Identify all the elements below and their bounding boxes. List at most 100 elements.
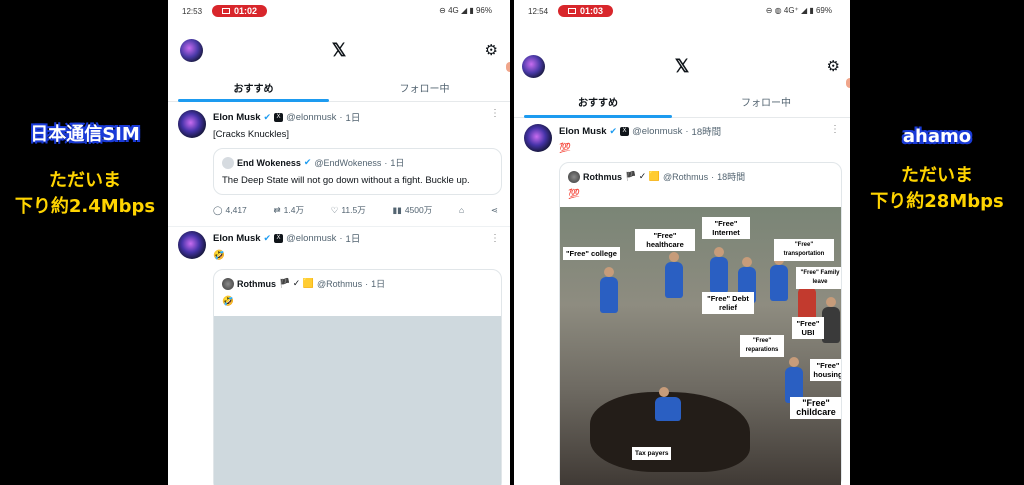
bookmark-button[interactable]: ⌂ — [459, 204, 464, 216]
quoted-tweet[interactable]: End Wokeness ✔ @EndWokeness · 1日 The Dee… — [213, 148, 502, 195]
author-handle[interactable]: @elonmusk — [632, 126, 682, 137]
quoted-time: 18時間 — [717, 172, 746, 182]
avatar — [222, 156, 234, 169]
quoted-text: 💯 — [568, 189, 580, 200]
media-placeholder[interactable] — [214, 316, 501, 485]
screen-record-indicator[interactable]: 01:02 — [212, 5, 268, 17]
avatar — [222, 277, 234, 290]
tweet-text: [Cracks Knuckles] — [213, 129, 290, 140]
status-icons: ⊖ 4G ◢ ▮ 96% — [439, 6, 492, 15]
quoted-author-flags: 🏴 ✓ 🟨 — [279, 278, 314, 288]
edge-handle — [506, 62, 510, 72]
author-handle[interactable]: @elonmusk — [286, 233, 336, 244]
quoted-text: The Deep State will not go down without … — [222, 175, 470, 186]
meme-worker — [655, 387, 681, 421]
tab-following[interactable]: フォロー中 — [339, 72, 510, 101]
tweet-text: 🤣 — [213, 250, 225, 261]
x-logo-icon[interactable]: 𝕏 — [332, 40, 347, 61]
caption-left: 日本通信SIM ただいま 下り約2.4Mbps — [2, 120, 168, 220]
meme-label-reparations: "Free" reparations — [740, 335, 784, 357]
quoted-tweet[interactable]: Rothmus 🏴 ✓ 🟨 @Rothmus · 1日 🤣 — [213, 269, 502, 485]
avatar[interactable] — [178, 110, 206, 138]
verified-icon: ✔ — [609, 125, 618, 136]
reply-icon: ◯ — [213, 204, 223, 215]
app-header: 𝕏 ⚙ — [514, 22, 850, 84]
x-badge-icon: X — [274, 233, 284, 243]
record-timer: 01:03 — [580, 6, 604, 16]
meme-worker — [665, 252, 683, 298]
meme-label-ubi: "Free" UBI — [792, 317, 824, 339]
quoted-author-flags: 🏴 ✓ 🟨 — [625, 171, 660, 181]
caption-left-title: 日本通信SIM — [30, 124, 140, 145]
caption-right-line1: ただいま — [901, 165, 973, 186]
author-name[interactable]: Elon Musk — [559, 126, 607, 137]
avatar[interactable] — [524, 124, 552, 152]
app-header: 𝕏 ⚙ — [168, 22, 510, 72]
phone-screen-right: 12:54 01:03 ⊖ ◍ 4G⁺ ◢ ▮ 69% 𝕏 ⚙ おすすめ フォロ… — [514, 0, 850, 485]
tweet-time: 18時間 — [691, 127, 722, 138]
tweet[interactable]: Elon Musk ✔ X @elonmusk · 1日 🤣 Rothmus 🏴… — [168, 227, 510, 485]
avatar[interactable] — [178, 231, 206, 259]
quoted-author-name: End Wokeness — [237, 157, 301, 168]
reply-button[interactable]: ◯ 4,417 — [213, 204, 247, 216]
quoted-text: 🤣 — [222, 296, 234, 307]
timeline-tabs: おすすめ フォロー中 — [514, 78, 850, 118]
author-handle[interactable]: @elonmusk — [286, 112, 336, 123]
caption-right-title: ahamo — [902, 126, 972, 147]
like-button[interactable]: ♡ 11.5万 — [331, 204, 366, 216]
status-time: 12:54 — [528, 6, 549, 16]
record-icon — [568, 8, 577, 14]
verified-icon: ✔ — [263, 232, 272, 243]
retweet-icon: ⇄ — [273, 204, 281, 215]
status-bar: 12:54 01:03 ⊖ ◍ 4G⁺ ◢ ▮ 69% — [514, 0, 850, 22]
quoted-author-handle: @Rothmus — [316, 278, 363, 289]
views-icon: ▮▮ — [392, 204, 402, 215]
gear-icon[interactable]: ⚙ — [485, 41, 498, 59]
caption-right: ahamo ただいま 下り約28Mbps — [850, 126, 1024, 215]
status-time: 12:53 — [182, 6, 203, 16]
share-icon: ⋖ — [490, 204, 498, 215]
tab-recommended[interactable]: おすすめ — [168, 72, 339, 102]
quoted-time: 1日 — [390, 158, 405, 168]
more-icon[interactable]: ⋮ — [830, 124, 840, 135]
profile-avatar[interactable] — [522, 55, 545, 78]
gear-icon[interactable]: ⚙ — [827, 57, 840, 75]
more-icon[interactable]: ⋮ — [490, 108, 500, 119]
quoted-author-handle: @Rothmus — [662, 171, 709, 182]
tweet-time: 1日 — [345, 113, 361, 124]
meme-label-family-leave: "Free" Family leave — [796, 267, 841, 289]
more-icon[interactable]: ⋮ — [490, 233, 500, 244]
share-button[interactable]: ⋖ — [491, 204, 498, 216]
record-icon — [222, 8, 231, 14]
meme-label-debt-relief: "Free" Debt relief — [702, 292, 754, 314]
views-button[interactable]: ▮▮ 4500万 — [392, 204, 432, 216]
heart-icon: ♡ — [330, 204, 339, 215]
author-name[interactable]: Elon Musk — [213, 112, 261, 123]
screen-record-indicator[interactable]: 01:03 — [558, 5, 614, 17]
quoted-time: 1日 — [371, 279, 386, 289]
caption-left-line1: ただいま — [49, 170, 121, 191]
meme-label-transportation: "Free" transportation — [774, 239, 834, 261]
verified-icon: ✔ — [303, 157, 312, 167]
tweet[interactable]: Elon Musk ✔ X @elonmusk · 1日 [Cracks Knu… — [168, 102, 510, 216]
profile-avatar[interactable] — [180, 39, 203, 62]
phone-screen-left: 12:53 01:02 ⊖ 4G ◢ ▮ 96% 𝕏 ⚙ おすすめ フォロー中 … — [168, 0, 510, 485]
tab-recommended[interactable]: おすすめ — [514, 84, 682, 118]
x-logo-icon[interactable]: 𝕏 — [675, 56, 690, 77]
meme-label-tax-payers: Tax payers — [632, 447, 672, 460]
tab-following[interactable]: フォロー中 — [682, 84, 850, 117]
author-name[interactable]: Elon Musk — [213, 233, 261, 244]
caption-left-line2: 下り約2.4Mbps — [14, 196, 156, 217]
tweet[interactable]: Elon Musk ✔ X @elonmusk · 18時間 💯 Rothmus… — [514, 118, 850, 485]
edge-handle — [846, 78, 850, 88]
tweet-text: 💯 — [559, 143, 571, 154]
meme-image[interactable]: "Free" college "Free" healthcare "Free" … — [560, 207, 841, 485]
quoted-tweet[interactable]: Rothmus 🏴 ✓ 🟨 @Rothmus · 18時間 💯 "Free" c… — [559, 162, 842, 485]
timeline-tabs: おすすめ フォロー中 — [168, 62, 510, 102]
meme-label-internet: "Free" Internet — [702, 217, 750, 239]
status-icons: ⊖ ◍ 4G⁺ ◢ ▮ 69% — [765, 6, 832, 15]
quoted-author-name: Rothmus — [583, 171, 622, 182]
record-timer: 01:02 — [234, 6, 258, 16]
meme-label-housing: "Free" housing — [810, 359, 841, 381]
retweet-button[interactable]: ⇄ 1.4万 — [274, 204, 304, 216]
